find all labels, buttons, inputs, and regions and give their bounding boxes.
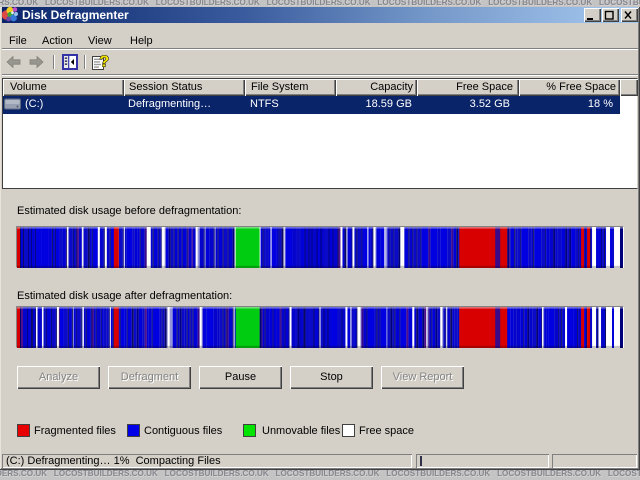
svg-text:?: ? [99, 54, 109, 71]
